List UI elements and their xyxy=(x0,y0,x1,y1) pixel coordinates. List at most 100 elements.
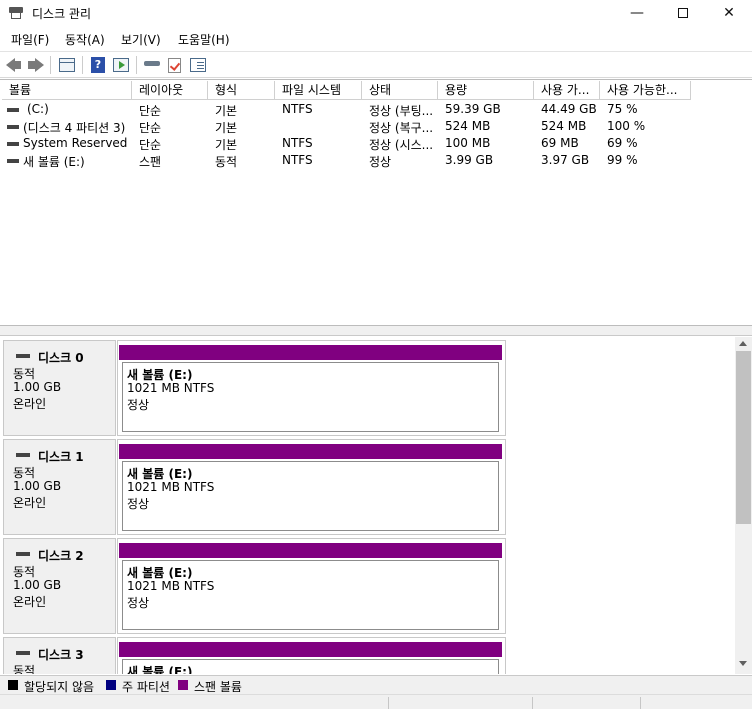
check-button[interactable] xyxy=(165,56,185,74)
volume-state: 정상 xyxy=(127,398,150,412)
disk-state: 온라인 xyxy=(13,595,47,609)
volume-details[interactable]: 새 볼륨 (E:) 1021 MB NTFS 정상 xyxy=(122,461,499,531)
cell-volume: System Reserved xyxy=(23,136,128,150)
title-bar: 디스크 관리 — ✕ xyxy=(0,0,752,27)
connect-button[interactable] xyxy=(142,56,162,74)
volume-size: 1021 MB NTFS xyxy=(127,381,215,395)
cell-capacity: 524 MB xyxy=(445,119,491,133)
volume-partition[interactable]: 새 볼륨 (E:) 1021 MB NTFS 정상 xyxy=(117,340,506,436)
disk-label-panel[interactable]: 디스크 2 동적 1.00 GB 온라인 xyxy=(3,538,116,634)
scroll-down-icon[interactable] xyxy=(739,661,747,666)
disk-block[interactable]: 디스크 1 동적 1.00 GB 온라인 새 볼륨 (E:) 1021 MB N… xyxy=(3,439,507,535)
column-header-free-space[interactable]: 사용 가... xyxy=(534,81,600,100)
help-button[interactable]: ? xyxy=(88,56,108,74)
disk-icon xyxy=(16,651,30,655)
disk-name: 디스크 0 xyxy=(38,351,84,365)
disk-icon xyxy=(16,552,30,556)
table-row[interactable]: 새 볼륨 (E:) 스팬 동적 NTFS 정상 3.99 GB 3.97 GB … xyxy=(0,152,752,169)
disk-block[interactable]: 디스크 0 동적 1.00 GB 온라인 새 볼륨 (E:) 1021 MB N… xyxy=(3,340,507,436)
menu-view[interactable]: 보기(V) xyxy=(121,31,161,48)
spanned-volume-bar xyxy=(119,444,502,459)
connect-icon xyxy=(144,61,160,66)
status-bar xyxy=(0,694,752,709)
volume-icon xyxy=(7,159,19,163)
column-header-type[interactable]: 형식 xyxy=(208,81,275,100)
minimize-button[interactable]: — xyxy=(614,0,660,27)
properties-button[interactable] xyxy=(188,56,208,74)
toolbar: ? xyxy=(0,51,752,78)
maximize-button[interactable] xyxy=(660,0,706,27)
disk-management-icon xyxy=(9,7,23,20)
status-separator xyxy=(388,697,389,709)
column-header-status[interactable]: 상태 xyxy=(362,81,438,100)
table-row[interactable]: (C:) 단순 기본 NTFS 정상 (부팅... 59.39 GB 44.49… xyxy=(0,101,752,118)
cell-capacity: 3.99 GB xyxy=(445,153,494,167)
column-header-volume[interactable]: 볼륨 xyxy=(2,81,132,100)
disk-label-panel[interactable]: 디스크 1 동적 1.00 GB 온라인 xyxy=(3,439,116,535)
properties-icon xyxy=(190,58,206,72)
disk-icon xyxy=(16,354,30,358)
disk-size: 1.00 GB xyxy=(13,380,62,394)
forward-button[interactable] xyxy=(26,56,46,74)
cell-status: 정상 (부팅... xyxy=(369,104,434,118)
menu-file[interactable]: 파일(F) xyxy=(11,31,49,48)
column-header-filesystem[interactable]: 파일 시스템 xyxy=(275,81,362,100)
disk-state: 온라인 xyxy=(13,496,47,510)
cell-filesystem: NTFS xyxy=(282,153,313,167)
volume-partition[interactable]: 새 볼륨 (E:) 1021 MB NTFS 정상 xyxy=(117,439,506,535)
cell-volume: 새 볼륨 (E:) xyxy=(23,155,85,169)
cell-layout: 단순 xyxy=(139,104,162,118)
volume-details[interactable]: 새 볼륨 (E:) xyxy=(122,659,499,674)
legend-swatch-unallocated xyxy=(8,680,18,690)
volume-icon xyxy=(7,125,19,129)
cell-type: 기본 xyxy=(215,121,238,135)
pane-splitter[interactable] xyxy=(0,326,752,336)
status-separator xyxy=(640,697,641,709)
disk-size: 1.00 GB xyxy=(13,578,62,592)
menu-action[interactable]: 동작(A) xyxy=(65,31,105,48)
play-view-button[interactable] xyxy=(111,56,131,74)
disk-block[interactable]: 디스크 3 동적 새 볼륨 (E:) xyxy=(3,637,507,674)
cell-status: 정상 (시스... xyxy=(369,138,434,152)
volume-details[interactable]: 새 볼륨 (E:) 1021 MB NTFS 정상 xyxy=(122,560,499,630)
menu-help[interactable]: 도움말(H) xyxy=(178,31,230,48)
disk-label-panel[interactable]: 디스크 3 동적 xyxy=(3,637,116,674)
back-button[interactable] xyxy=(4,56,24,74)
spanned-volume-bar xyxy=(119,345,502,360)
disk-state: 온라인 xyxy=(13,397,47,411)
toolbar-separator xyxy=(82,56,83,74)
scroll-thumb[interactable] xyxy=(736,351,751,524)
volume-list[interactable]: 볼륨 레이아웃 형식 파일 시스템 상태 용량 사용 가... 사용 가능한..… xyxy=(0,79,752,326)
table-row[interactable]: System Reserved 단순 기본 NTFS 정상 (시스... 100… xyxy=(0,135,752,152)
scroll-up-icon[interactable] xyxy=(739,341,747,346)
volume-icon xyxy=(7,108,19,112)
disk-label-panel[interactable]: 디스크 0 동적 1.00 GB 온라인 xyxy=(3,340,116,436)
volume-partition[interactable]: 새 볼륨 (E:) xyxy=(117,637,506,674)
cell-capacity: 100 MB xyxy=(445,136,491,150)
disk-list-button[interactable] xyxy=(57,56,77,74)
volume-partition[interactable]: 새 볼륨 (E:) 1021 MB NTFS 정상 xyxy=(117,538,506,634)
vertical-scrollbar[interactable] xyxy=(735,337,752,674)
disk-block[interactable]: 디스크 2 동적 1.00 GB 온라인 새 볼륨 (E:) 1021 MB N… xyxy=(3,538,507,634)
legend-swatch-spanned xyxy=(178,680,188,690)
disk-name: 디스크 3 xyxy=(38,648,84,662)
volume-details[interactable]: 새 볼륨 (E:) 1021 MB NTFS 정상 xyxy=(122,362,499,432)
column-header-capacity[interactable]: 용량 xyxy=(438,81,534,100)
legend: 할당되지 않음 주 파티션 스팬 볼륨 xyxy=(0,675,752,694)
spanned-volume-bar xyxy=(119,543,502,558)
menu-bar: 파일(F) 동작(A) 보기(V) 도움말(H) xyxy=(0,27,752,51)
volume-icon xyxy=(7,142,19,146)
column-header-percent-free[interactable]: 사용 가능한... xyxy=(600,81,691,100)
spanned-volume-bar xyxy=(119,642,502,657)
help-icon: ? xyxy=(91,57,105,73)
cell-volume: (C:) xyxy=(27,102,49,116)
disk-name: 디스크 1 xyxy=(38,450,84,464)
disk-icon xyxy=(16,453,30,457)
column-header-layout[interactable]: 레이아웃 xyxy=(132,81,208,100)
close-button[interactable]: ✕ xyxy=(706,0,752,27)
cell-type: 기본 xyxy=(215,138,238,152)
maximize-icon xyxy=(678,8,688,18)
cell-layout: 스팬 xyxy=(139,155,162,169)
table-row[interactable]: (디스크 4 파티션 3) 단순 기본 정상 (복구... 524 MB 524… xyxy=(0,118,752,135)
play-view-icon xyxy=(113,58,129,72)
